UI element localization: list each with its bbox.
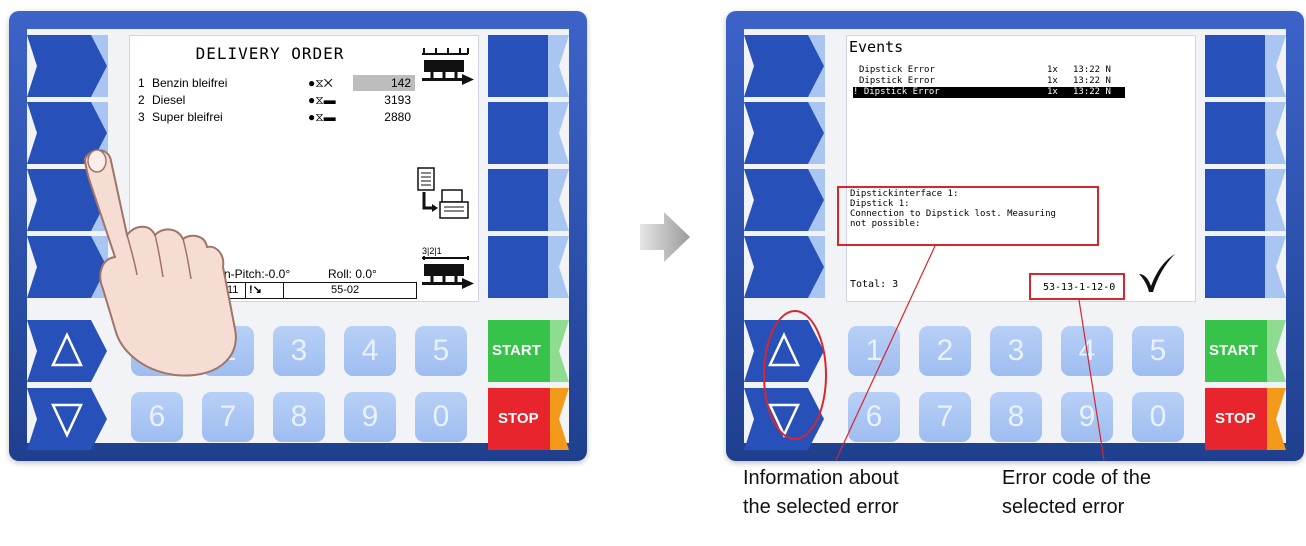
info-caption-line-1: Information about (743, 467, 899, 489)
code-caption-line-1: Error code of the (1002, 467, 1151, 489)
info-caption-line-2: the selected error (743, 496, 899, 518)
code-caption-line-2: selected error (1002, 496, 1125, 518)
annotation-leader-lines (835, 245, 1105, 461)
